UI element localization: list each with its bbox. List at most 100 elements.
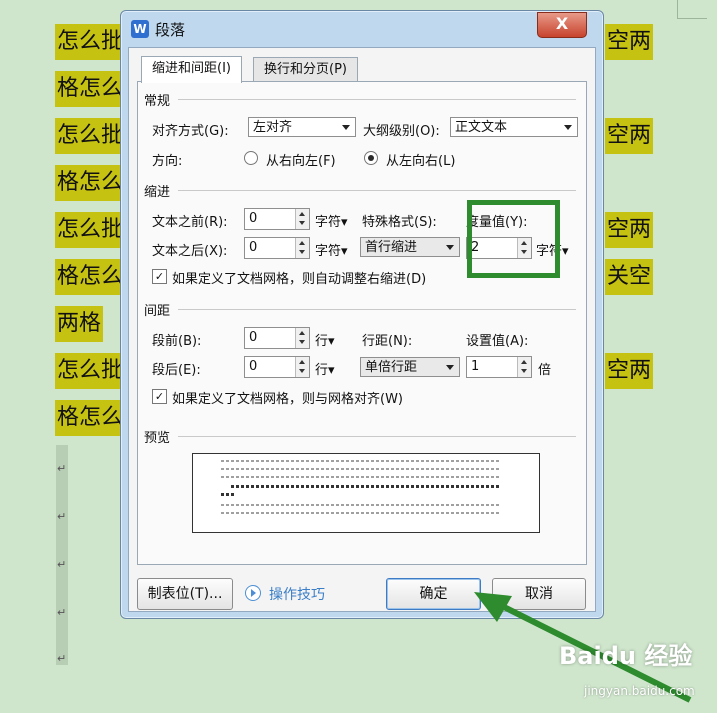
setting-value-stepper[interactable]: 1 bbox=[466, 356, 532, 378]
special-format-value: 首行缩进 bbox=[365, 240, 418, 255]
page-corner-line bbox=[677, 0, 678, 18]
measure-value-highlight bbox=[467, 200, 560, 278]
page-corner-line bbox=[677, 18, 707, 19]
spin-down-icon bbox=[299, 250, 305, 254]
spin-down-icon bbox=[299, 221, 305, 225]
indent-before-stepper[interactable]: 0 bbox=[244, 208, 310, 230]
wps-writer-icon: W bbox=[131, 20, 149, 38]
section-general-title: 常规 bbox=[144, 94, 171, 109]
rtl-radio[interactable] bbox=[244, 151, 258, 165]
outline-level-value: 正文文本 bbox=[455, 120, 508, 135]
special-format-label: 特殊格式(S): bbox=[362, 215, 437, 230]
doc-line: 格怎么 bbox=[55, 165, 126, 201]
doc-line: 两格 bbox=[55, 306, 104, 342]
chevron-down-icon bbox=[342, 125, 350, 130]
spacing-before-unit: 行 bbox=[315, 334, 329, 349]
dialog-title: 段落 bbox=[155, 21, 186, 39]
alignment-label: 对齐方式(G): bbox=[152, 124, 229, 139]
spin-up-icon bbox=[521, 360, 527, 364]
paragraph-mark-icon: ↵ bbox=[57, 652, 67, 665]
chevron-down-icon bbox=[446, 365, 454, 370]
line-spacing-label: 行距(N): bbox=[362, 334, 413, 349]
setting-value: 1 bbox=[471, 359, 480, 374]
rtl-label[interactable]: 从右向左(F) bbox=[266, 150, 336, 169]
outline-level-label: 大纲级别(O): bbox=[363, 124, 440, 139]
indent-after-unit-dropdown[interactable]: 字符▾ bbox=[315, 240, 348, 259]
doc-line-right: 空两 bbox=[605, 24, 654, 60]
spacing-after-label: 段后(E): bbox=[152, 363, 201, 378]
dialog-titlebar[interactable]: W 段落 X bbox=[121, 11, 603, 47]
doc-line: 怎么批 bbox=[55, 118, 126, 154]
chevron-down-icon bbox=[564, 125, 572, 130]
paragraph-mark-icon: ↵ bbox=[57, 510, 67, 523]
doc-line-right: 空两 bbox=[605, 118, 654, 154]
spin-up-icon bbox=[299, 212, 305, 216]
doc-line: 怎么批 bbox=[55, 24, 126, 60]
alignment-value: 左对齐 bbox=[253, 120, 293, 135]
spacing-before-unit-dropdown[interactable]: 行▾ bbox=[315, 330, 335, 349]
spin-down-icon bbox=[521, 369, 527, 373]
snap-to-grid-label[interactable]: 如果定义了文档网格，则与网格对齐(W) bbox=[172, 388, 403, 407]
doc-line: 怎么批 bbox=[55, 212, 126, 248]
spin-buttons[interactable] bbox=[295, 238, 309, 258]
direction-label: 方向: bbox=[152, 154, 183, 169]
preview-line bbox=[221, 504, 501, 506]
baidu-watermark: Baidu 经验 bbox=[559, 642, 693, 670]
spacing-after-value: 0 bbox=[249, 359, 258, 374]
alignment-select[interactable]: 左对齐 bbox=[248, 117, 356, 137]
doc-line: 格怎么 bbox=[55, 400, 126, 436]
spin-buttons[interactable] bbox=[295, 357, 309, 377]
indent-after-unit: 字符 bbox=[315, 244, 342, 259]
section-spacing-title: 间距 bbox=[144, 304, 171, 319]
line-spacing-select[interactable]: 单倍行距 bbox=[360, 357, 460, 377]
section-divider bbox=[178, 190, 576, 191]
ltr-label[interactable]: 从左向右(L) bbox=[386, 150, 455, 169]
auto-adjust-checkbox[interactable]: ✓ bbox=[152, 269, 167, 284]
setting-value-label: 设置值(A): bbox=[466, 334, 529, 349]
tab-indent-spacing[interactable]: 缩进和间距(I) bbox=[141, 56, 242, 83]
snap-to-grid-checkbox[interactable]: ✓ bbox=[152, 389, 167, 404]
spacing-before-label: 段前(B): bbox=[152, 334, 202, 349]
doc-line: 怎么批 bbox=[55, 353, 126, 389]
preview-line bbox=[221, 493, 235, 496]
doc-line-right: 空两 bbox=[605, 212, 654, 248]
doc-line-right: 关空 bbox=[605, 259, 654, 295]
section-preview-title: 预览 bbox=[144, 431, 171, 446]
indent-before-value: 0 bbox=[249, 211, 258, 226]
spin-buttons[interactable] bbox=[295, 328, 309, 348]
doc-line-right: 空两 bbox=[605, 353, 654, 389]
spin-buttons[interactable] bbox=[295, 209, 309, 229]
spacing-after-unit-dropdown[interactable]: 行▾ bbox=[315, 359, 335, 378]
section-divider bbox=[178, 309, 576, 310]
tab-stops-button[interactable]: 制表位(T)... bbox=[137, 578, 233, 610]
spacing-before-stepper[interactable]: 0 bbox=[244, 327, 310, 349]
tab-panel-indent-spacing: 常规 对齐方式(G): 左对齐 大纲级别(O): 正文文本 方向: 从右向左(F… bbox=[137, 81, 587, 565]
section-divider bbox=[178, 99, 576, 100]
paragraph-preview bbox=[192, 453, 540, 533]
play-circle-icon bbox=[245, 585, 261, 601]
spacing-after-stepper[interactable]: 0 bbox=[244, 356, 310, 378]
special-format-select[interactable]: 首行缩进 bbox=[360, 237, 460, 257]
spin-up-icon bbox=[299, 241, 305, 245]
paragraph-dialog: W 段落 X 缩进和间距(I) 换行和分页(P) 常规 对齐方式(G): 左对齐… bbox=[120, 10, 604, 619]
indent-before-unit: 字符 bbox=[315, 215, 342, 230]
paragraph-mark-icon: ↵ bbox=[57, 462, 67, 475]
paragraph-mark-icon: ↵ bbox=[57, 606, 67, 619]
spin-up-icon bbox=[299, 360, 305, 364]
ok-button[interactable]: 确定 bbox=[386, 578, 481, 610]
spin-buttons[interactable] bbox=[517, 357, 531, 377]
indent-after-label: 文本之后(X): bbox=[152, 244, 228, 259]
cancel-button[interactable]: 取消 bbox=[492, 578, 586, 610]
indent-before-unit-dropdown[interactable]: 字符▾ bbox=[315, 211, 348, 230]
tips-link[interactable]: 操作技巧 bbox=[269, 584, 325, 604]
auto-adjust-label[interactable]: 如果定义了文档网格，则自动调整右缩进(D) bbox=[172, 268, 426, 287]
indent-after-value: 0 bbox=[249, 240, 258, 255]
close-button[interactable]: X bbox=[537, 12, 587, 38]
ltr-radio[interactable] bbox=[364, 151, 378, 165]
outline-level-select[interactable]: 正文文本 bbox=[450, 117, 578, 137]
setting-unit-label: 倍 bbox=[538, 363, 552, 378]
tab-line-page-breaks[interactable]: 换行和分页(P) bbox=[253, 57, 358, 82]
indent-after-stepper[interactable]: 0 bbox=[244, 237, 310, 259]
doc-line: 格怎么 bbox=[55, 71, 126, 107]
chevron-down-icon bbox=[446, 245, 454, 250]
